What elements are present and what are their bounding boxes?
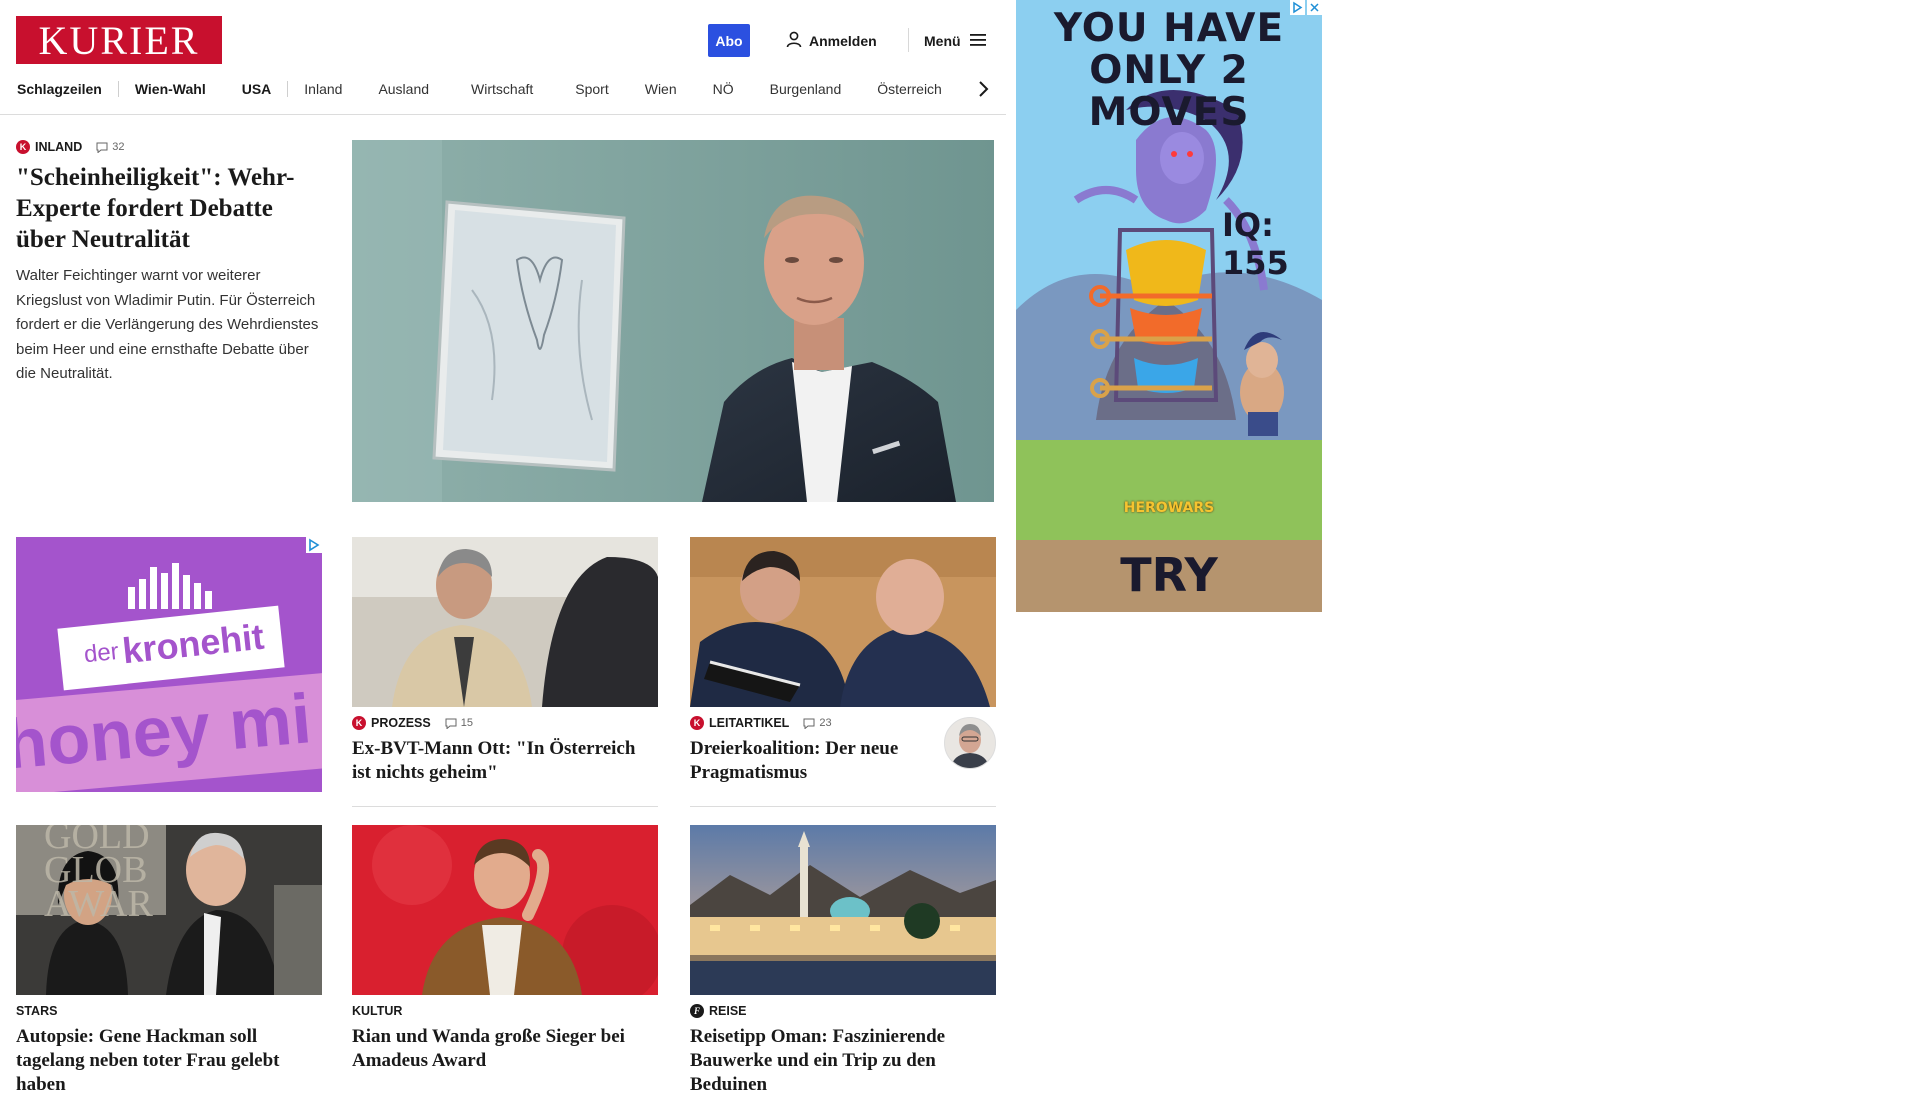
article-image[interactable] [352,825,658,995]
menu-label: Menü [924,33,961,49]
comment-count-value: 23 [819,717,832,729]
kicker-label: KULTUR [352,1004,403,1018]
lead-story[interactable]: K INLAND 32 "Scheinheiligkeit": Wehr-Exp… [16,139,326,387]
nav-item-ausland[interactable]: Ausland [378,81,429,97]
nav-separator [287,81,289,97]
article-card[interactable]: f REISE Reisetipp Oman: Faszinierende Ba… [690,825,996,1097]
ad-iq-label: IQ: 155 [1222,206,1289,282]
site-header: KURIER Abo Anmelden Menü Schlagzeilen Wi… [0,0,1006,115]
kicker-label: INLAND [35,140,83,154]
comment-icon [445,718,457,729]
kurier-plus-icon: K [16,140,30,154]
brand-prefix: der [82,637,120,669]
lead-headline[interactable]: "Scheinheiligkeit": Wehr-Experte fordert… [16,162,320,255]
nav-item-wirtschaft[interactable]: Wirtschaft [471,81,533,97]
lead-teaser: Walter Feichtinger warnt vor weiterer Kr… [16,267,319,382]
adchoices-icon[interactable] [1290,0,1305,15]
nav-item-noe[interactable]: NÖ [713,81,734,97]
divider [690,806,996,807]
nav-item-oesterreich[interactable]: Österreich [877,81,942,97]
divider [352,806,658,807]
comment-count-value: 15 [460,717,473,729]
nav-item-inland[interactable]: Inland [304,81,342,97]
article-kicker: K PROZESS 15 [352,715,658,731]
hero-wars-ad[interactable]: YOU HAVE ONLY 2 MOVES IQ: 155 HEROWARS T… [1016,0,1322,612]
ad-headline: YOU HAVE ONLY 2 MOVES [1016,8,1322,134]
nav-item-wien-wahl[interactable]: Wien-Wahl [135,81,206,97]
article-kicker: f REISE [690,1003,996,1019]
nav-item-sport[interactable]: Sport [575,81,608,97]
login-label: Anmelden [809,33,877,49]
freizeit-icon: f [690,1004,704,1018]
ad-headline-line2: ONLY 2 MOVES [1088,48,1250,135]
login-button[interactable]: Anmelden [786,30,877,52]
adchoices-icon[interactable] [306,537,322,553]
article-image[interactable] [690,825,996,995]
user-icon [786,31,802,51]
article-image[interactable] [352,537,658,707]
article-headline[interactable]: Ex-BVT-Mann Ott: "In Österreich ist nich… [352,737,658,785]
kronehit-ad[interactable]: der kronehit honey mi [16,537,322,792]
article-card[interactable]: GOLD GLOB AWAR STARS Autopsie: Gene Hack… [16,825,322,1097]
comment-icon [803,718,815,729]
article-image[interactable]: GOLD GLOB AWAR [16,825,322,995]
header-divider [908,28,909,52]
lead-kicker: K INLAND 32 [16,139,326,155]
menu-button[interactable]: Menü [924,30,986,52]
nav-separator [117,81,119,97]
article-kicker: STARS [16,1003,322,1019]
nav-item-wien[interactable]: Wien [645,81,677,97]
article-headline[interactable]: Reisetipp Oman: Faszinierende Bauwerke u… [690,1025,996,1097]
article-card[interactable]: K PROZESS 15 Ex-BVT-Mann Ott: "In Österr… [352,537,658,785]
comment-count[interactable]: 32 [96,141,124,153]
category-nav: Schlagzeilen Wien-Wahl USA Inland Auslan… [0,76,1006,102]
article-headline[interactable]: Autopsie: Gene Hackman soll tagelang neb… [16,1025,322,1097]
golden-globe-backdrop-text: GOLD GLOB AWAR [44,825,153,925]
kicker-label: LEITARTIKEL [709,716,790,730]
hero-wars-logo: HEROWARS [1123,500,1215,516]
hamburger-icon [969,33,986,50]
ad-cta-button[interactable]: TRY [1016,548,1322,602]
comment-count-value: 32 [112,141,125,153]
kicker-label: PROZESS [371,716,431,730]
article-image[interactable] [690,537,996,707]
comment-count[interactable]: 23 [803,717,832,729]
article-headline[interactable]: Rian und Wanda große Sieger bei Amadeus … [352,1025,658,1073]
nav-item-usa[interactable]: USA [242,81,272,97]
nav-item-burgenland[interactable]: Burgenland [770,81,842,97]
nav-scroll-right-icon[interactable] [976,80,992,98]
kurier-plus-icon: K [690,716,704,730]
comment-icon [96,142,108,153]
abo-button[interactable]: Abo [708,24,750,57]
ad-headline-line1: YOU HAVE [1053,6,1285,51]
article-kicker: KULTUR [352,1003,658,1019]
article-headline[interactable]: Dreierkoalition: Der neue Pragmatismus [690,737,930,785]
comment-count[interactable]: 15 [445,717,473,729]
nav-item-schlagzeilen[interactable]: Schlagzeilen [17,81,102,97]
kicker-label: STARS [16,1004,58,1018]
kurier-plus-icon: K [352,716,366,730]
lead-image[interactable] [352,140,994,502]
kurier-logo[interactable]: KURIER [16,16,222,64]
adchoices-close-icons[interactable] [1290,0,1322,15]
article-card[interactable]: K LEITARTIKEL 23 Dreierkoalition: Der ne… [690,537,996,785]
close-icon[interactable] [1307,0,1322,15]
author-avatar[interactable] [944,717,996,769]
article-card[interactable]: KULTUR Rian und Wanda große Sieger bei A… [352,825,658,1073]
kicker-label: REISE [709,1004,747,1018]
